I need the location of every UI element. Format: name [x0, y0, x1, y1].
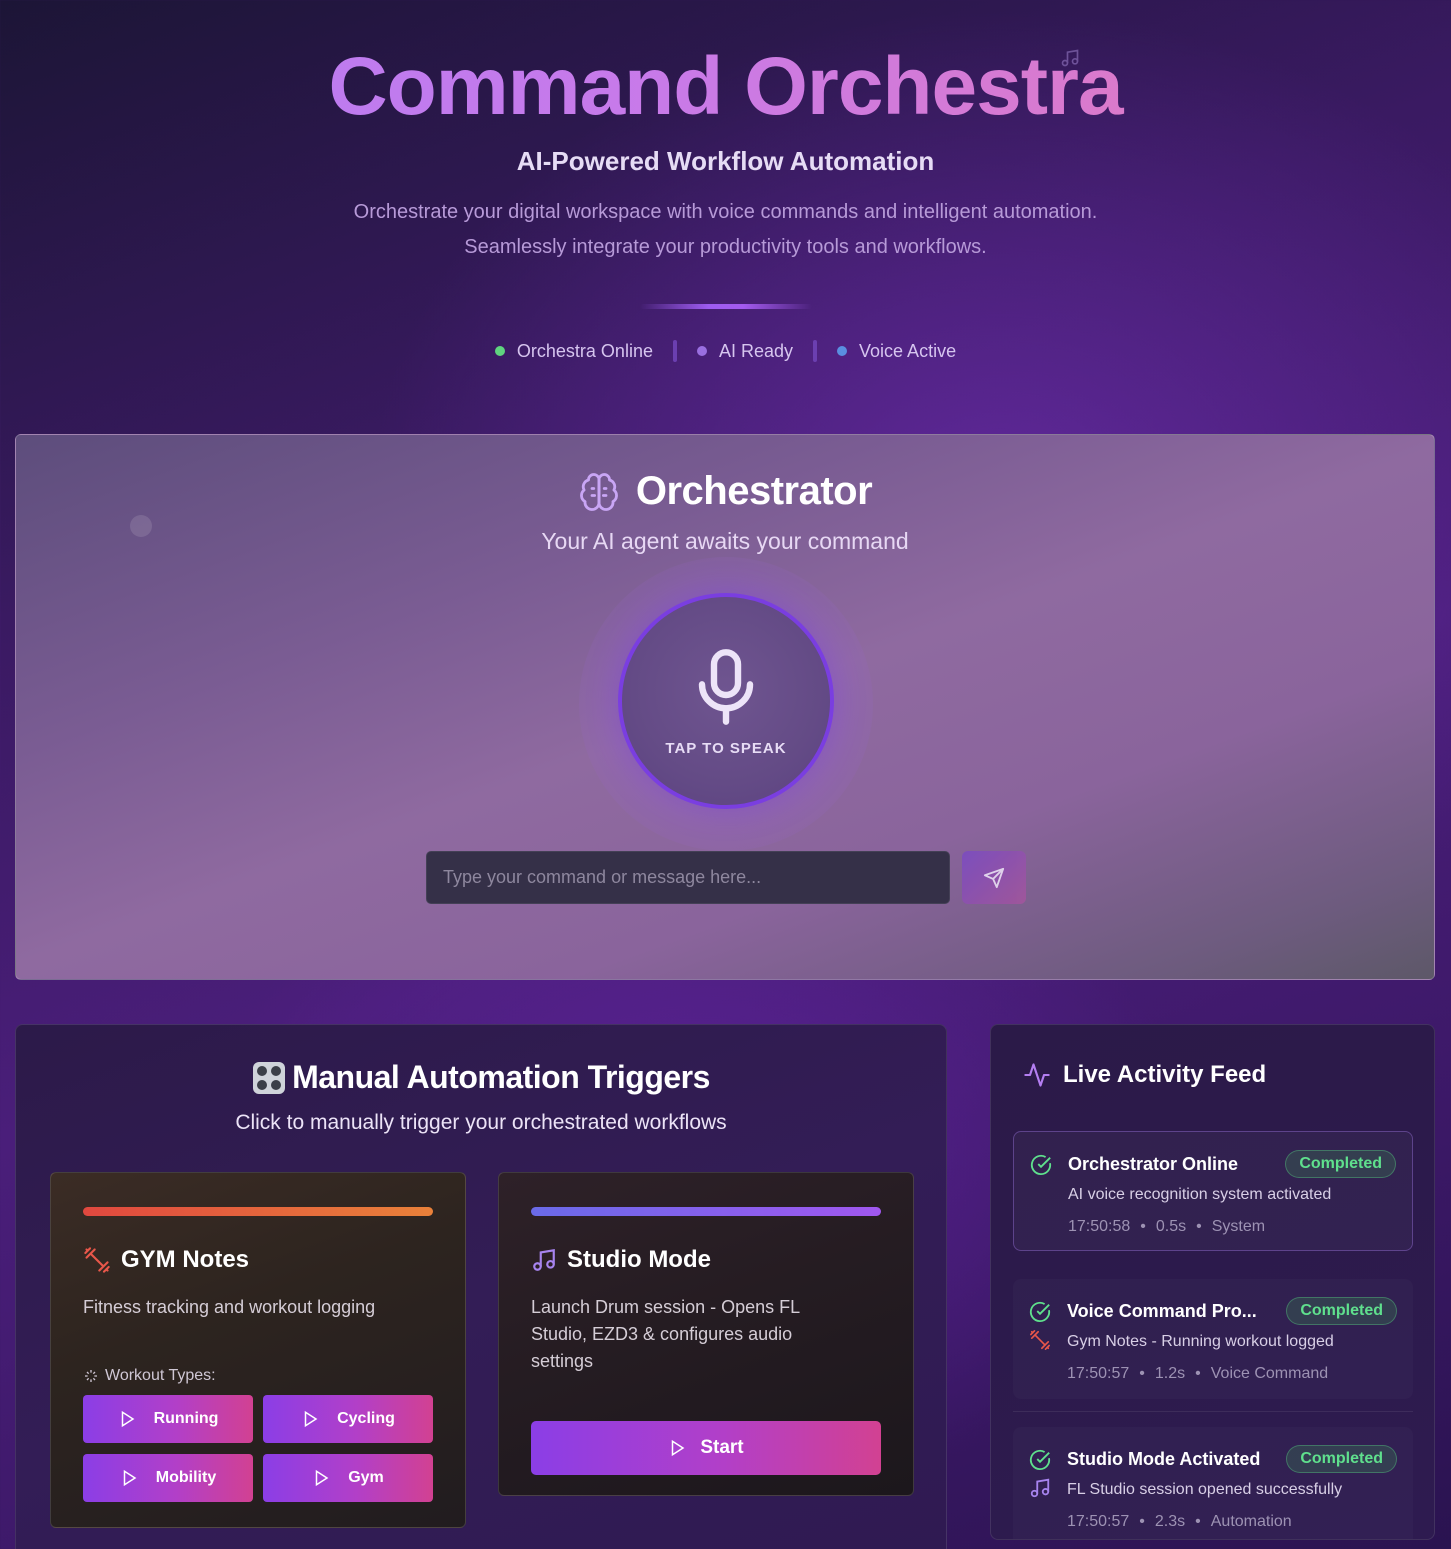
- card-header: Studio Mode: [531, 1246, 881, 1274]
- gym-button[interactable]: Gym: [263, 1454, 433, 1502]
- music-note-icon: [1030, 1478, 1050, 1498]
- status-orchestra-online: Orchestra Online: [494, 341, 653, 362]
- orchestrator-title: Orchestrator: [635, 469, 873, 513]
- check-circle-icon: [1030, 1154, 1052, 1175]
- workout-buttons: Running Cycling Mobility Gym: [83, 1395, 433, 1502]
- activity-title: Orchestrator Online: [1068, 1153, 1239, 1174]
- music-note-icon: [1061, 49, 1079, 67]
- feed-header: Live Activity Feed: [1023, 1061, 1266, 1089]
- dumbbell-icon: [1030, 1330, 1050, 1350]
- microphone-icon: [698, 648, 754, 725]
- send-icon: [983, 867, 1005, 888]
- activity-pulse-icon: [1024, 1063, 1050, 1087]
- feed-divider: [1013, 1411, 1413, 1412]
- status-bar: Orchestra Online AI Ready Voice Active: [0, 340, 1451, 362]
- play-icon: [123, 1469, 137, 1487]
- app-title: Command Orchestra: [0, 40, 1451, 134]
- status-dot: [494, 346, 505, 356]
- cycling-button[interactable]: Cycling: [263, 1395, 433, 1443]
- gym-notes-card: GYM Notes Fitness tracking and workout l…: [50, 1172, 466, 1528]
- activity-meta: 17:50:58 • 0.5s • System: [1068, 1218, 1266, 1235]
- triggers-title: Manual Automation Triggers: [292, 1059, 710, 1095]
- studio-mode-title: Studio Mode: [567, 1246, 711, 1273]
- mobility-button[interactable]: Mobility: [83, 1454, 253, 1502]
- status-dot: [696, 346, 707, 356]
- header-divider: [640, 304, 812, 309]
- app-subtitle: AI-Powered Workflow Automation: [516, 146, 935, 176]
- workout-types-label: Workout Types:: [83, 1367, 433, 1385]
- status-dot: [837, 346, 848, 356]
- studio-mode-description: Launch Drum session - Opens FL Studio, E…: [531, 1297, 800, 1371]
- studio-mode-card: Studio Mode Launch Drum session - Opens …: [498, 1172, 914, 1496]
- feed-title: Live Activity Feed: [1063, 1061, 1267, 1088]
- status-voice-active: Voice Active: [837, 341, 956, 362]
- activity-feed-panel: Live Activity Feed Orchestrator Online C…: [990, 1024, 1435, 1540]
- tap-to-speak-button[interactable]: TAP TO SPEAK: [618, 593, 834, 809]
- studio-start-button[interactable]: Start: [531, 1421, 881, 1475]
- activity-title: Voice Command Pro...: [1067, 1300, 1257, 1321]
- activity-item[interactable]: Studio Mode Activated Completed FL Studi…: [1013, 1427, 1413, 1539]
- check-circle-icon: [1029, 1301, 1051, 1322]
- send-button[interactable]: [962, 851, 1026, 904]
- status-separator: [672, 340, 677, 362]
- activity-description: Gym Notes - Running workout logged: [1067, 1333, 1334, 1350]
- status-badge: Completed: [1286, 1445, 1397, 1473]
- music-note-icon: [533, 1248, 555, 1271]
- play-icon: [672, 1439, 685, 1457]
- command-input[interactable]: [426, 851, 950, 904]
- activity-description: FL Studio session opened successfully: [1067, 1481, 1343, 1498]
- orchestrator-subtitle: Your AI agent awaits your command: [541, 528, 909, 554]
- play-icon: [304, 1410, 318, 1428]
- activity-item[interactable]: Voice Command Pro... Completed Gym Notes…: [1013, 1279, 1413, 1399]
- gym-notes-description: Fitness tracking and workout logging: [83, 1297, 376, 1317]
- manual-triggers-panel: Manual Automation Triggers Click to manu…: [15, 1024, 947, 1549]
- app-description: Orchestrate your digital workspace with …: [353, 201, 1098, 258]
- triggers-header: Manual Automation Triggers: [16, 1059, 946, 1096]
- brain-icon: [579, 472, 618, 511]
- play-icon: [121, 1410, 134, 1428]
- activity-meta: 17:50:57 • 2.3s • Automation: [1067, 1513, 1292, 1530]
- activity-item[interactable]: Orchestrator Online Completed AI voice r…: [1013, 1131, 1413, 1251]
- status-ai-ready: AI Ready: [696, 341, 793, 362]
- mic-label: TAP TO SPEAK: [665, 739, 787, 757]
- activity-description: AI voice recognition system activated: [1068, 1186, 1332, 1203]
- check-circle-icon: [1029, 1449, 1051, 1470]
- triggers-subtitle: Click to manually trigger your orchestra…: [235, 1111, 727, 1134]
- activity-meta: 17:50:57 • 1.2s • Voice Command: [1067, 1365, 1329, 1382]
- card-accent-bar: [83, 1207, 433, 1216]
- running-button[interactable]: Running: [83, 1395, 253, 1443]
- gym-notes-title: GYM Notes: [121, 1246, 250, 1273]
- orchestrator-panel: Orchestrator Your AI agent awaits your c…: [15, 434, 1435, 980]
- activity-title: Studio Mode Activated: [1067, 1448, 1261, 1469]
- status-badge: Completed: [1286, 1297, 1397, 1325]
- control-knobs-icon: [253, 1061, 286, 1094]
- card-header: GYM Notes: [83, 1246, 433, 1274]
- dumbbell-icon: [84, 1247, 110, 1273]
- status-separator: [813, 340, 818, 362]
- sparkle-icon: [85, 1370, 97, 1382]
- play-icon: [315, 1469, 329, 1487]
- orchestrator-header: Orchestrator: [16, 469, 1434, 514]
- card-accent-bar: [531, 1207, 881, 1216]
- status-badge: Completed: [1285, 1150, 1396, 1178]
